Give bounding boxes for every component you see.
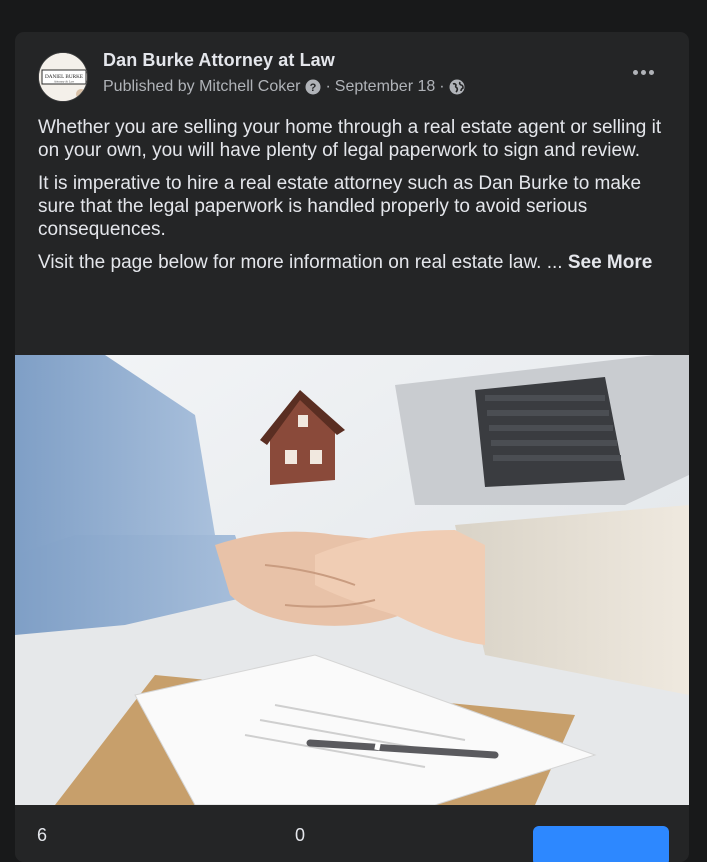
see-more-link[interactable]: See More [568, 252, 652, 273]
svg-text:?: ? [310, 82, 317, 94]
law-firm-logo-icon: DANIEL BURKE Attorney At Law [39, 53, 87, 101]
post-image[interactable] [15, 355, 689, 805]
post-paragraph-2: It is imperative to hire a real estate a… [38, 173, 642, 240]
post-header: DANIEL BURKE Attorney At Law Dan Burke A… [15, 32, 689, 112]
page-name-link[interactable]: Dan Burke Attorney at Law [103, 50, 335, 71]
post-paragraph-3: Visit the page below for more informatio… [38, 251, 674, 274]
more-options-button[interactable] [623, 58, 663, 86]
reach-count[interactable]: 6 [37, 825, 47, 846]
post-date[interactable]: September 18 [335, 78, 436, 96]
more-dot [648, 69, 654, 75]
published-by-label: Published by [103, 78, 195, 95]
question-icon[interactable]: ? [305, 79, 321, 95]
avatar-logo-subtitle: Attorney At Law [54, 80, 75, 84]
meta-separator-2: · [439, 78, 445, 95]
boost-post-button[interactable] [533, 826, 669, 862]
post-message: Whether you are selling your home throug… [38, 116, 674, 284]
post-footer: 6 0 [15, 805, 689, 862]
handshake-photo-icon [15, 355, 689, 805]
publisher-name[interactable]: Mitchell Coker [199, 78, 300, 96]
post-card: DANIEL BURKE Attorney At Law Dan Burke A… [15, 32, 689, 862]
post-paragraph-3-text: Visit the page below for more informatio… [38, 252, 563, 273]
post-meta: Published by Mitchell Coker ? · Septembe… [103, 78, 465, 96]
post-paragraph-1: Whether you are selling your home throug… [38, 117, 662, 161]
meta-separator: · [325, 78, 331, 95]
engagement-count[interactable]: 0 [295, 825, 305, 846]
page-avatar[interactable]: DANIEL BURKE Attorney At Law [38, 52, 88, 102]
globe-icon[interactable] [449, 79, 465, 95]
more-horizontal-icon [632, 69, 638, 75]
more-dot [640, 69, 646, 75]
